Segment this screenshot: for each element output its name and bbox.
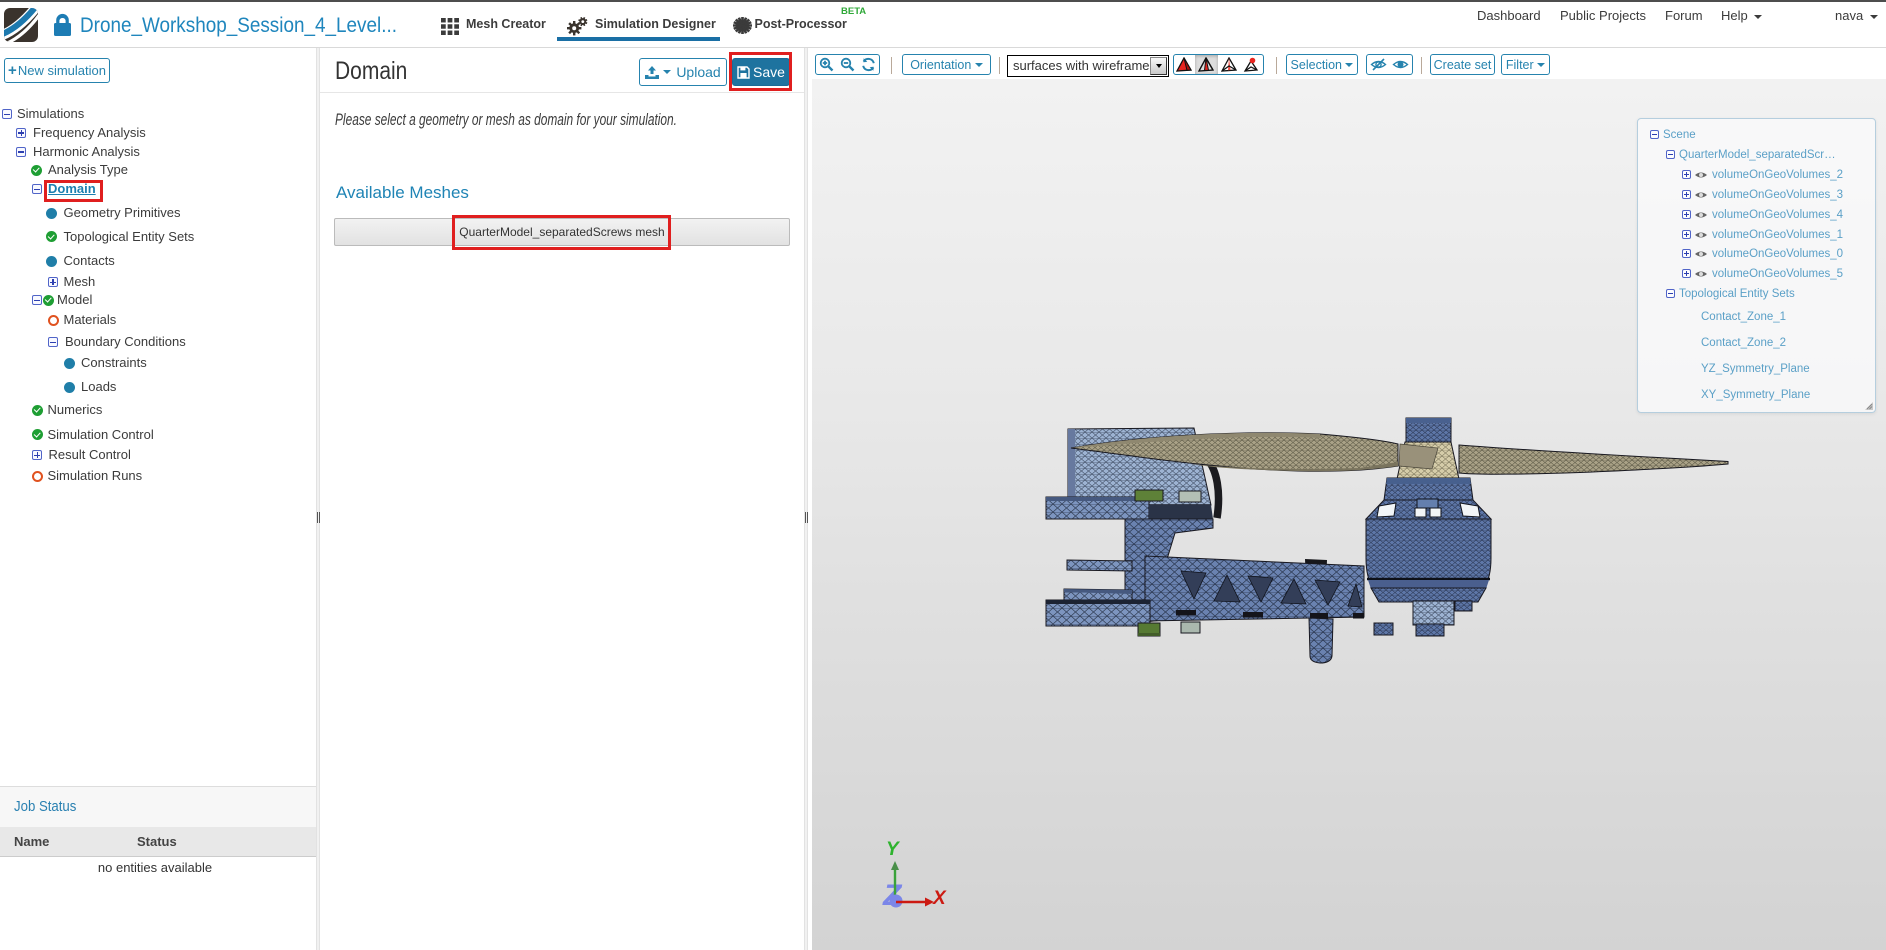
svg-text:Y: Y [886,839,901,860]
svg-text:Z: Z [882,879,903,912]
svg-text:X: X [932,888,947,909]
